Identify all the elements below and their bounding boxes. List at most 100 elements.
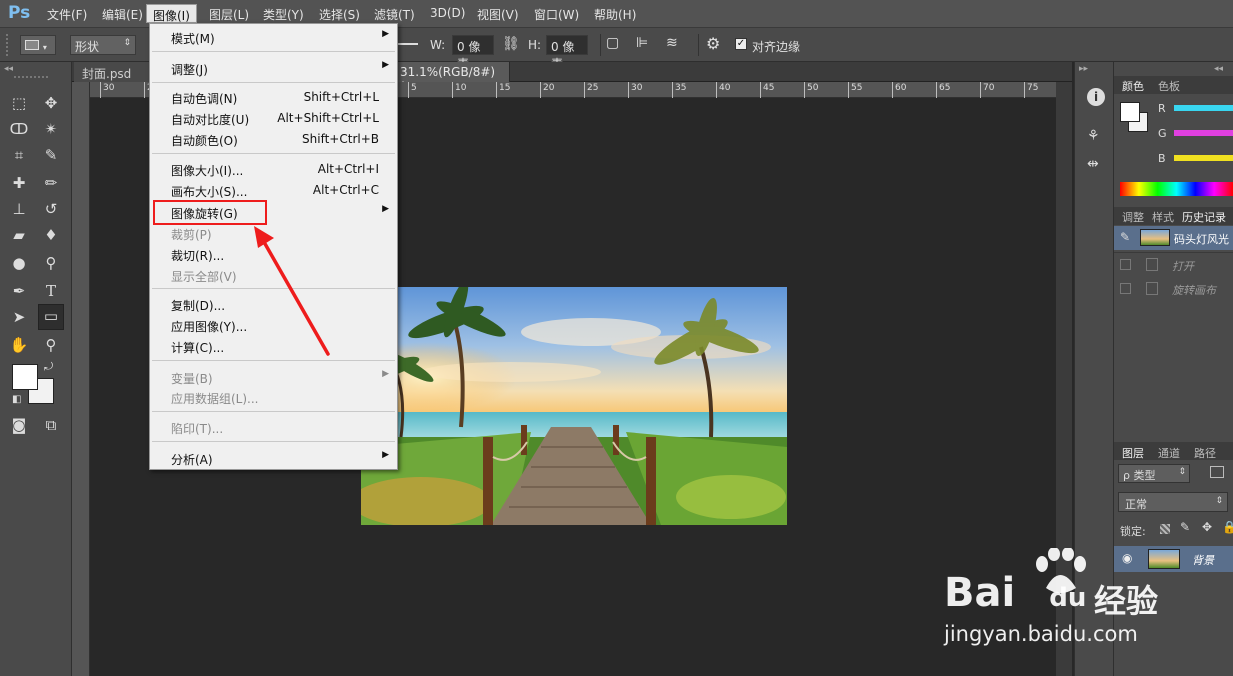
tab-color[interactable]: 颜色 (1122, 78, 1144, 94)
blur-icon[interactable]: ● (8, 252, 30, 274)
image-menu-item[interactable]: 图像大小(I)... Alt+Ctrl+I (150, 159, 397, 180)
eyedropper-icon[interactable]: ✎ (40, 144, 62, 166)
crop-icon[interactable]: ⌗ (8, 144, 30, 166)
lock-transparent-icon[interactable] (1160, 524, 1170, 534)
tab-layers[interactable]: 图层 (1122, 445, 1144, 461)
clone-stamp-icon[interactable]: ⊥ (8, 198, 30, 220)
menu-1[interactable]: 编辑(E) (102, 6, 143, 23)
color-spectrum-ramp[interactable] (1120, 182, 1233, 196)
brush-presets-icon[interactable]: ⚘ (1087, 128, 1100, 144)
tab-swatches[interactable]: 色板 (1158, 78, 1180, 94)
lasso-icon[interactable]: ↀ (8, 118, 30, 140)
menu-item-label: 计算(C)... (171, 341, 225, 355)
stroke-style-line[interactable] (398, 43, 418, 45)
gear-icon[interactable]: ⚙ (706, 34, 720, 53)
history-brush-icon[interactable]: ↺ (40, 198, 62, 220)
menu-4[interactable]: 类型(Y) (263, 6, 304, 23)
path-selection-icon[interactable]: ➤ (8, 306, 30, 328)
image-menu-item[interactable]: 画布大小(S)... Alt+Ctrl+C (150, 180, 397, 201)
collapse-icon[interactable]: ◂◂ (1214, 64, 1223, 74)
image-filter-icon[interactable] (1210, 466, 1224, 478)
ruler-tick (144, 82, 145, 98)
healing-brush-icon[interactable]: ✚ (8, 172, 30, 194)
lock-all-icon[interactable]: 🔒 (1222, 520, 1233, 534)
eraser-icon[interactable]: ▰ (8, 224, 30, 246)
align-edges-checkbox[interactable]: ✓ (735, 38, 747, 50)
info-icon[interactable]: i (1087, 88, 1105, 106)
menu-2[interactable]: 图像(I) (146, 4, 197, 23)
quick-mask-icon[interactable]: ◙ (8, 414, 30, 436)
type-icon[interactable]: T (40, 280, 62, 302)
menu-3[interactable]: 图层(L) (209, 6, 249, 23)
zoom-icon[interactable]: ⚲ (40, 334, 62, 356)
rectangle-tool-icon[interactable]: ▭ (38, 304, 64, 330)
width-field[interactable]: 0 像素 (452, 35, 494, 71)
menu-5[interactable]: 选择(S) (319, 6, 360, 23)
menu-item-label: 应用图像(Y)... (171, 320, 248, 334)
foreground-color-swatch[interactable] (12, 364, 38, 390)
pen-icon[interactable]: ✒ (8, 280, 30, 302)
image-menu-item[interactable]: 自动对比度(U) Alt+Shift+Ctrl+L (150, 108, 397, 129)
menu-9[interactable]: 窗口(W) (534, 6, 579, 23)
divider (1114, 252, 1233, 253)
brush-icon[interactable]: ✏ (40, 172, 62, 194)
menu-10[interactable]: 帮助(H) (594, 6, 636, 23)
ruler-tick-label: 15 (499, 83, 511, 93)
expand-panels-icon[interactable]: ▸▸ (1079, 64, 1088, 74)
tab-styles[interactable]: 样式 (1152, 209, 1174, 225)
color-foreground-swatch[interactable] (1120, 102, 1140, 122)
collapse-icon[interactable]: ◂◂ (4, 64, 13, 74)
history-source-checkbox[interactable] (1120, 283, 1131, 294)
image-menu-item[interactable]: 自动色调(N) Shift+Ctrl+L (150, 87, 397, 108)
menu-7[interactable]: 3D(D) (430, 6, 465, 20)
default-colors-icon[interactable]: ◧ (12, 394, 21, 405)
tab-adjustments[interactable]: 调整 (1122, 209, 1144, 225)
layer-filter-select[interactable]: ρ 类型 ⇕ (1118, 464, 1190, 483)
height-field[interactable]: 0 像素 (546, 35, 588, 71)
history-step[interactable]: 旋转画布 (1114, 278, 1233, 300)
menu-item-label: 自动对比度(U) (171, 113, 250, 127)
channel-slider[interactable] (1174, 155, 1233, 161)
image-menu-item[interactable]: 模式(M) ▶ (150, 27, 397, 48)
path-operations-icon[interactable]: ▢ (606, 35, 619, 51)
history-step[interactable]: 打开 (1114, 254, 1233, 276)
image-menu-item[interactable]: 自动颜色(O) Shift+Ctrl+B (150, 129, 397, 150)
screen-mode-icon[interactable]: ⧉ (40, 414, 62, 436)
image-menu-item[interactable]: 分析(A) ▶ (150, 448, 397, 469)
lock-position-icon[interactable]: ✥ (1202, 520, 1212, 534)
history-source-checkbox[interactable] (1120, 259, 1131, 270)
image-menu-item[interactable]: 调整(J) ▶ (150, 58, 397, 79)
swap-colors-icon[interactable]: ⤾ (44, 360, 53, 374)
move-icon[interactable]: ✥ (40, 92, 62, 114)
tab-channels[interactable]: 通道 (1158, 445, 1180, 461)
menu-item-label: 应用数据组(L)... (171, 392, 259, 406)
channel-slider[interactable] (1174, 105, 1233, 111)
link-icon[interactable]: ⛓ (502, 36, 520, 52)
channel-slider[interactable] (1174, 130, 1233, 136)
history-snapshot-row[interactable]: ✎ 码头灯风光 (1114, 226, 1233, 250)
menu-item-shortcut: Alt+Ctrl+I (317, 162, 379, 176)
adjustment-sliders-icon[interactable]: ⇹ (1087, 156, 1099, 172)
menu-0[interactable]: 文件(F) (47, 6, 87, 23)
ruler-tick-label: 70 (983, 83, 995, 93)
blend-mode-select[interactable]: 正常 ⇕ (1118, 492, 1228, 512)
hand-icon[interactable]: ✋ (8, 334, 30, 356)
lock-pixels-icon[interactable]: ✎ (1180, 520, 1190, 534)
path-arrangement-icon[interactable]: ≋ (666, 35, 678, 51)
shape-mode-select[interactable]: 形状 ⇕ (70, 35, 136, 55)
path-alignment-icon[interactable]: ⊫ (636, 35, 648, 51)
tab-paths[interactable]: 路径 (1194, 445, 1216, 461)
dodge-icon[interactable]: ⚲ (40, 252, 62, 274)
ruler-tick-label: 45 (763, 83, 775, 93)
tab-active-document[interactable]: 31.1%(RGB/8#) * × (392, 62, 510, 93)
tool-preset-picker[interactable]: ▾ (20, 35, 56, 55)
menu-8[interactable]: 视图(V) (477, 6, 519, 23)
magic-wand-icon[interactable]: ✴ (40, 118, 62, 140)
menu-6[interactable]: 滤镜(T) (374, 6, 415, 23)
menu-item-label: 模式(M) (171, 32, 215, 46)
divider (600, 34, 601, 56)
tab-cover-psd[interactable]: 封面.psd @ (74, 62, 154, 96)
marquee-icon[interactable]: ⬚ (8, 92, 30, 114)
paint-bucket-icon[interactable]: ♦ (40, 224, 62, 246)
tab-history[interactable]: 历史记录 (1182, 209, 1226, 225)
